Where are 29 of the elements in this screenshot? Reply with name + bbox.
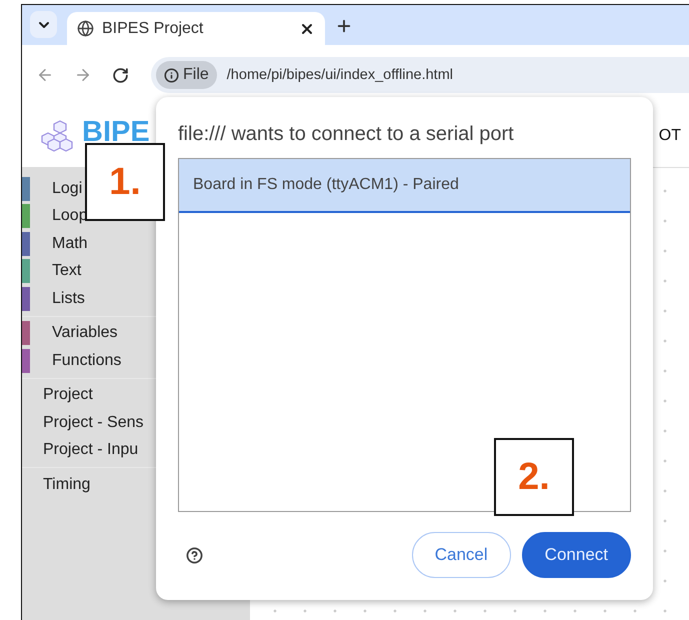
step-label: 1. — [85, 143, 165, 221]
menu-link[interactable]: OT — [658, 127, 681, 145]
category-item[interactable]: Lists — [52, 290, 85, 308]
url-text: /home/pi/bipes/ui/index_offline.html — [226, 67, 454, 83]
new-tab-icon[interactable] — [335, 17, 353, 35]
category-item[interactable]: Project - Inpu — [22, 441, 138, 460]
category-item[interactable]: Project — [22, 386, 93, 404]
dialog-title: file:/// wants to connect to a serial port — [178, 123, 515, 146]
info-icon — [164, 68, 179, 82]
site-info-chip[interactable]: File — [156, 61, 217, 89]
category-item[interactable]: Functions — [52, 352, 122, 370]
help-icon[interactable] — [186, 546, 203, 564]
category-item[interactable]: Math — [52, 234, 88, 253]
tab-list-button[interactable] — [30, 11, 57, 38]
cancel-button[interactable]: Cancel — [412, 532, 511, 578]
category-item[interactable]: Logi — [52, 180, 82, 198]
forward-icon[interactable] — [74, 66, 92, 84]
address-bar[interactable]: File /home/pi/bipes/ui/index_offline.html — [151, 57, 689, 93]
category-item[interactable]: Project - Sens — [22, 414, 144, 432]
port-item[interactable]: Board in FS mode (ttyACM1) - Paired — [179, 159, 630, 213]
browser-tab[interactable]: BIPES Project — [67, 12, 325, 45]
reload-icon[interactable] — [112, 66, 129, 84]
category-item[interactable]: Timing — [22, 476, 90, 494]
globe-icon — [77, 20, 94, 37]
category-item[interactable]: Text — [52, 262, 82, 280]
category-item[interactable]: Variables — [52, 324, 118, 342]
step-label: 2. — [494, 438, 574, 516]
connect-button[interactable]: Connect — [522, 532, 631, 578]
back-icon[interactable] — [36, 66, 54, 84]
